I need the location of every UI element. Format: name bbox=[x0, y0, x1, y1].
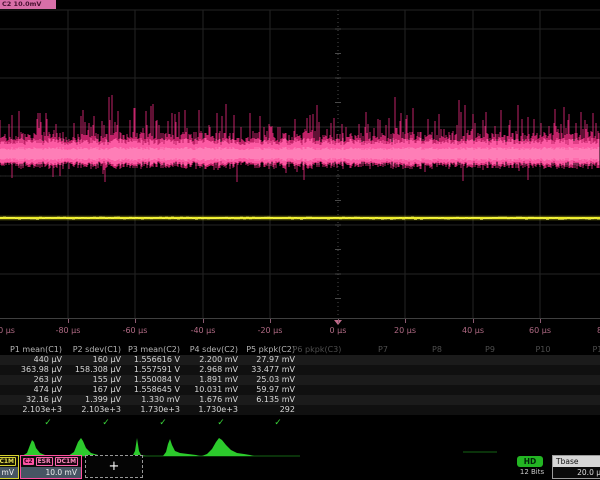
histicon bbox=[202, 438, 254, 456]
time-axis-label: 60 µs bbox=[518, 326, 562, 335]
trace-annotation-badge: C2 10.0mV bbox=[0, 0, 56, 9]
param-header-inactive[interactable]: P10 bbox=[515, 345, 571, 355]
table-cell: 27.97 mV bbox=[237, 355, 295, 365]
time-axis-label: -80 µs bbox=[46, 326, 90, 335]
table-cell: 32.16 µV bbox=[4, 395, 62, 405]
table-cell: 1.730e+3 bbox=[122, 405, 180, 415]
table-cell: 10.031 mV bbox=[180, 385, 238, 395]
param-header-inactive[interactable]: P7 bbox=[355, 345, 411, 355]
time-axis-tick bbox=[270, 319, 271, 323]
status-checkmark-icon: ✓ bbox=[99, 416, 113, 430]
channel-descriptor-c1[interactable]: DC1M 0 mV bbox=[0, 455, 19, 479]
c2-waveform bbox=[0, 95, 599, 182]
table-cell: 1.550084 V bbox=[122, 375, 180, 385]
hd-bits-label: 12 Bits bbox=[512, 468, 552, 476]
waveform-grid bbox=[0, 0, 600, 340]
plus-icon: + bbox=[109, 459, 120, 474]
status-checkmark-icon: ✓ bbox=[214, 416, 228, 430]
channel-descriptor-c2[interactable]: C2 ESR DC1M 10.0 mV bbox=[20, 455, 82, 479]
time-axis-tick bbox=[540, 319, 541, 323]
hd-mode-badge[interactable]: HD bbox=[517, 456, 543, 467]
status-checkmark-icon: ✓ bbox=[156, 416, 170, 430]
table-cell: 440 µV bbox=[4, 355, 62, 365]
time-axis-label: 40 µs bbox=[451, 326, 495, 335]
time-axis-label: -20 µs bbox=[248, 326, 292, 335]
param-header-inactive[interactable]: P6 pkpk(C3) bbox=[289, 345, 345, 355]
oscilloscope-screen: C2 10.0mV DC1M 0 mV C2 ESR DC1M 10.0 mV … bbox=[0, 0, 600, 480]
table-cell: 1.558645 V bbox=[122, 385, 180, 395]
timebase-descriptor[interactable]: Tbase 20.0 µ bbox=[552, 455, 600, 479]
time-axis-tick bbox=[135, 319, 136, 323]
c2-label-chip: C2 bbox=[23, 458, 34, 465]
table-cell: 1.399 µV bbox=[63, 395, 121, 405]
c2-coupling-chip: DC1M bbox=[55, 457, 79, 466]
time-axis-tick bbox=[405, 319, 406, 323]
c2-esr-chip: ESR bbox=[36, 457, 53, 466]
table-cell: 2.103e+3 bbox=[4, 405, 62, 415]
table-cell: 25.03 mV bbox=[237, 375, 295, 385]
table-cell: 33.477 mV bbox=[237, 365, 295, 375]
table-cell: 2.200 mV bbox=[180, 355, 238, 365]
table-cell: 1.330 mV bbox=[122, 395, 180, 405]
table-cell: 1.891 mV bbox=[180, 375, 238, 385]
param-header-5[interactable]: P5 pkpk(C2) bbox=[237, 345, 295, 355]
c2-scale-value: 10.0 mV bbox=[21, 467, 81, 478]
table-cell: 1.557591 V bbox=[122, 365, 180, 375]
time-axis-label: -60 µs bbox=[113, 326, 157, 335]
timebase-title: Tbase bbox=[553, 456, 600, 467]
status-checkmark-icon: ✓ bbox=[271, 416, 285, 430]
table-cell: 1.676 mV bbox=[180, 395, 238, 405]
time-axis-label: -100 µs bbox=[0, 326, 22, 335]
time-axis-tick bbox=[68, 319, 69, 323]
table-cell: 1.730e+3 bbox=[180, 405, 238, 415]
table-cell: 158.308 µV bbox=[63, 365, 121, 375]
time-axis-tick bbox=[203, 319, 204, 323]
timebase-value: 20.0 µ bbox=[553, 467, 600, 479]
table-cell: 263 µV bbox=[4, 375, 62, 385]
table-cell: 363.98 µV bbox=[4, 365, 62, 375]
param-header-inactive[interactable]: P8 bbox=[409, 345, 465, 355]
table-cell: 167 µV bbox=[63, 385, 121, 395]
table-cell: 6.135 mV bbox=[237, 395, 295, 405]
histicon bbox=[128, 438, 146, 456]
param-header-4[interactable]: P4 sdev(C2) bbox=[180, 345, 238, 355]
histicon bbox=[163, 439, 200, 456]
hd-label: HD bbox=[524, 457, 537, 466]
table-cell: 2.103e+3 bbox=[63, 405, 121, 415]
param-header-inactive[interactable]: P11 bbox=[572, 345, 600, 355]
time-axis-label: -40 µs bbox=[181, 326, 225, 335]
status-checkmark-icon: ✓ bbox=[41, 416, 55, 430]
time-axis-label: 20 µs bbox=[383, 326, 427, 335]
table-cell: 59.97 mV bbox=[237, 385, 295, 395]
histicon bbox=[68, 438, 102, 456]
time-axis-tick bbox=[338, 319, 339, 323]
table-cell: 155 µV bbox=[63, 375, 121, 385]
c1-scale-value: 0 mV bbox=[0, 467, 18, 478]
table-cell: 1.556616 V bbox=[122, 355, 180, 365]
c1-coupling-chip: DC1M bbox=[0, 457, 16, 466]
time-axis-label: 0 µs bbox=[316, 326, 360, 335]
table-cell: 160 µV bbox=[63, 355, 121, 365]
param-header-1[interactable]: P1 mean(C1) bbox=[4, 345, 62, 355]
param-header-2[interactable]: P2 sdev(C1) bbox=[63, 345, 121, 355]
param-header-inactive[interactable]: P9 bbox=[462, 345, 518, 355]
time-axis-label: 80 µs bbox=[586, 326, 600, 335]
table-cell: 292 bbox=[237, 405, 295, 415]
table-cell: 474 µV bbox=[4, 385, 62, 395]
histicon bbox=[22, 440, 52, 456]
add-trace-button[interactable]: + bbox=[85, 455, 143, 478]
time-axis-tick bbox=[473, 319, 474, 323]
table-cell: 2.968 mV bbox=[180, 365, 238, 375]
param-header-3[interactable]: P3 mean(C2) bbox=[122, 345, 180, 355]
